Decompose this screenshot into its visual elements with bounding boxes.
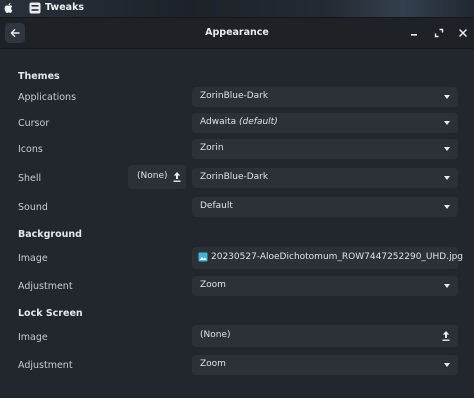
chevron-down-icon — [444, 121, 450, 125]
background-adjustment-dropdown[interactable]: Zoom — [192, 276, 458, 296]
close-button[interactable] — [456, 26, 470, 40]
sound-theme-value: Default — [200, 201, 233, 211]
sound-label: Sound — [18, 202, 48, 213]
cursor-default-note: (default) — [239, 117, 278, 127]
image-file-icon — [198, 252, 208, 262]
lock-screen-adjustment-label: Adjustment — [18, 360, 73, 371]
shell-theme-value: ZorinBlue-Dark — [200, 172, 269, 182]
cursor-theme-value: Adwaita (default) — [200, 117, 278, 127]
background-adjustment-value: Zoom — [200, 280, 226, 290]
background-image-value: 20230527-AloeDichotomum_ROW7447252290_UH… — [211, 252, 463, 262]
shell-theme-dropdown[interactable]: ZorinBlue-Dark — [192, 168, 458, 188]
window-title: Appearance — [205, 27, 269, 38]
minimize-button[interactable] — [407, 26, 421, 40]
icons-theme-dropdown[interactable]: Zorin — [192, 139, 458, 159]
background-adjustment-label: Adjustment — [18, 281, 73, 292]
upload-icon — [173, 172, 181, 182]
applications-theme-dropdown[interactable]: ZorinBlue-Dark — [192, 87, 458, 107]
section-title-background: Background — [18, 229, 82, 240]
section-title-lock-screen: Lock Screen — [18, 308, 83, 319]
shell-label: Shell — [18, 173, 42, 184]
background-image-file-button[interactable]: 20230527-AloeDichotomum_ROW7447252290_UH… — [192, 247, 463, 269]
lock-screen-adjustment-dropdown[interactable]: Zoom — [192, 355, 458, 375]
chevron-down-icon — [444, 95, 450, 99]
background-image-label: Image — [18, 253, 48, 264]
lock-screen-image-file-button[interactable]: (None) — [192, 325, 458, 347]
shell-file-button[interactable]: (None) — [128, 165, 186, 189]
minimize-icon — [411, 34, 417, 36]
apple-logo-icon[interactable] — [3, 2, 15, 14]
lock-screen-adjustment-value: Zoom — [200, 359, 226, 369]
chevron-down-icon — [444, 363, 450, 367]
chevron-down-icon — [444, 205, 450, 209]
upload-icon — [442, 331, 450, 341]
close-icon — [459, 29, 467, 37]
shell-file-value: (None) — [137, 171, 168, 181]
tweaks-app-icon[interactable] — [29, 2, 41, 14]
chevron-down-icon — [444, 284, 450, 288]
maximize-icon — [434, 28, 444, 38]
lock-screen-image-value: (None) — [200, 330, 231, 340]
section-title-themes: Themes — [18, 71, 60, 82]
icons-label: Icons — [18, 144, 43, 155]
app-name[interactable]: Tweaks — [45, 2, 84, 13]
tweaks-window: Appearance Themes Applications ZorinBlue… — [0, 18, 474, 398]
applications-label: Applications — [18, 92, 77, 103]
sound-theme-dropdown[interactable]: Default — [192, 197, 458, 217]
maximize-button[interactable] — [432, 26, 446, 40]
cursor-theme-dropdown[interactable]: Adwaita (default) — [192, 113, 458, 133]
chevron-down-icon — [444, 147, 450, 151]
cursor-theme-name: Adwaita — [200, 117, 237, 127]
applications-theme-value: ZorinBlue-Dark — [200, 91, 269, 101]
chevron-down-icon — [444, 176, 450, 180]
icons-theme-value: Zorin — [200, 143, 224, 153]
top-panel: Tweaks — [0, 0, 474, 17]
header-bar: Appearance — [0, 18, 474, 49]
cursor-label: Cursor — [18, 118, 50, 129]
lock-screen-image-label: Image — [18, 332, 48, 343]
